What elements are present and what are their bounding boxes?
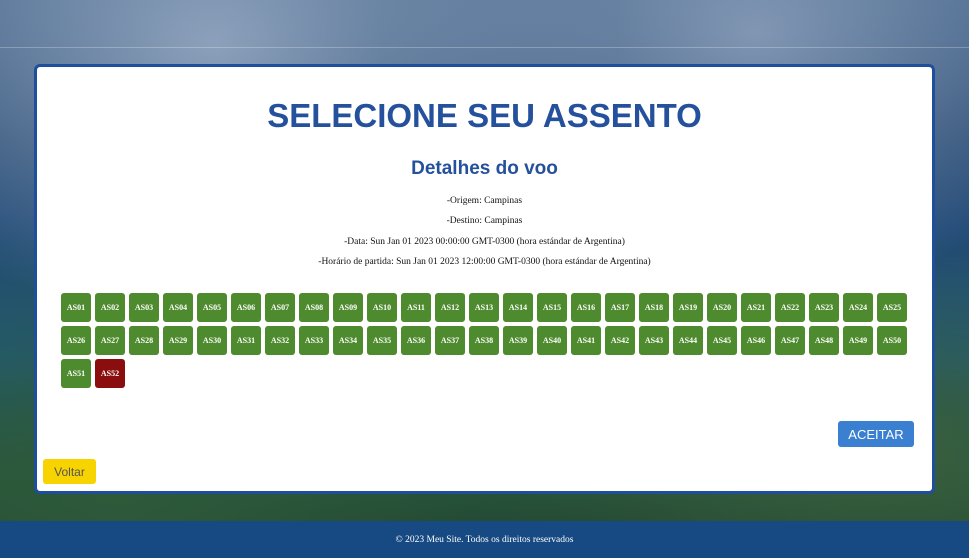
- seat-button-as07[interactable]: AS07: [265, 293, 295, 322]
- flight-departure-time: -Horário de partida: Sun Jan 01 2023 12:…: [318, 257, 651, 267]
- footer: © 2023 Meu Site. Todos os direitos reser…: [0, 521, 969, 558]
- seat-button-as36[interactable]: AS36: [401, 326, 431, 355]
- flight-details-heading: Detalhes do voo: [411, 158, 558, 179]
- seat-button-as13[interactable]: AS13: [469, 293, 499, 322]
- seat-button-as28[interactable]: AS28: [129, 326, 159, 355]
- seat-button-as16[interactable]: AS16: [571, 293, 601, 322]
- seat-button-as29[interactable]: AS29: [163, 326, 193, 355]
- seat-button-as08[interactable]: AS08: [299, 293, 329, 322]
- seat-button-as34[interactable]: AS34: [333, 326, 363, 355]
- seat-button-as44[interactable]: AS44: [673, 326, 703, 355]
- seat-button-as37[interactable]: AS37: [435, 326, 465, 355]
- seat-button-as41[interactable]: AS41: [571, 326, 601, 355]
- seat-button-as17[interactable]: AS17: [605, 293, 635, 322]
- seat-button-as52[interactable]: AS52: [95, 359, 125, 388]
- flight-origin: -Origem: Campinas: [446, 196, 523, 206]
- footer-copyright: © 2023 Meu Site. Todos os direitos reser…: [395, 534, 574, 545]
- seat-button-as02[interactable]: AS02: [95, 293, 125, 322]
- seat-button-as18[interactable]: AS18: [639, 293, 669, 322]
- seat-button-as39[interactable]: AS39: [503, 326, 533, 355]
- back-button[interactable]: Voltar: [43, 459, 96, 484]
- seat-button-as09[interactable]: AS09: [333, 293, 363, 322]
- seat-button-as21[interactable]: AS21: [741, 293, 771, 322]
- seat-button-as03[interactable]: AS03: [129, 293, 159, 322]
- seat-button-as26[interactable]: AS26: [61, 326, 91, 355]
- seat-button-as10[interactable]: AS10: [367, 293, 397, 322]
- seat-button-as48[interactable]: AS48: [809, 326, 839, 355]
- seat-button-as06[interactable]: AS06: [231, 293, 261, 322]
- page-title: SELECIONE SEU ASSENTO: [267, 97, 702, 134]
- seat-button-as38[interactable]: AS38: [469, 326, 499, 355]
- seat-button-as51[interactable]: AS51: [61, 359, 91, 388]
- seat-button-as49[interactable]: AS49: [843, 326, 873, 355]
- seat-button-as11[interactable]: AS11: [401, 293, 431, 322]
- seat-button-as15[interactable]: AS15: [537, 293, 567, 322]
- seat-button-as20[interactable]: AS20: [707, 293, 737, 322]
- seat-button-as43[interactable]: AS43: [639, 326, 669, 355]
- seat-button-as27[interactable]: AS27: [95, 326, 125, 355]
- accept-button[interactable]: ACEITAR: [838, 421, 914, 447]
- seat-button-as23[interactable]: AS23: [809, 293, 839, 322]
- seat-button-as47[interactable]: AS47: [775, 326, 805, 355]
- seat-button-as35[interactable]: AS35: [367, 326, 397, 355]
- seat-button-as46[interactable]: AS46: [741, 326, 771, 355]
- seat-button-as31[interactable]: AS31: [231, 326, 261, 355]
- seat-button-as24[interactable]: AS24: [843, 293, 873, 322]
- seat-button-as32[interactable]: AS32: [265, 326, 295, 355]
- seat-button-as30[interactable]: AS30: [197, 326, 227, 355]
- seat-button-as19[interactable]: AS19: [673, 293, 703, 322]
- seat-button-as33[interactable]: AS33: [299, 326, 329, 355]
- seat-button-as25[interactable]: AS25: [877, 293, 907, 322]
- seat-button-as14[interactable]: AS14: [503, 293, 533, 322]
- seat-button-as01[interactable]: AS01: [61, 293, 91, 322]
- seat-button-as04[interactable]: AS04: [163, 293, 193, 322]
- seat-button-as22[interactable]: AS22: [775, 293, 805, 322]
- seat-button-as12[interactable]: AS12: [435, 293, 465, 322]
- seat-button-as40[interactable]: AS40: [537, 326, 567, 355]
- background-divider: [0, 47, 969, 48]
- flight-date: -Data: Sun Jan 01 2023 00:00:00 GMT-0300…: [344, 237, 625, 247]
- flight-destination: -Destino: Campinas: [446, 216, 523, 226]
- seat-selection-panel: SELECIONE SEU ASSENTO Detalhes do voo -O…: [34, 64, 935, 494]
- seat-button-as05[interactable]: AS05: [197, 293, 227, 322]
- seat-button-as50[interactable]: AS50: [877, 326, 907, 355]
- seat-button-as45[interactable]: AS45: [707, 326, 737, 355]
- seat-button-as42[interactable]: AS42: [605, 326, 635, 355]
